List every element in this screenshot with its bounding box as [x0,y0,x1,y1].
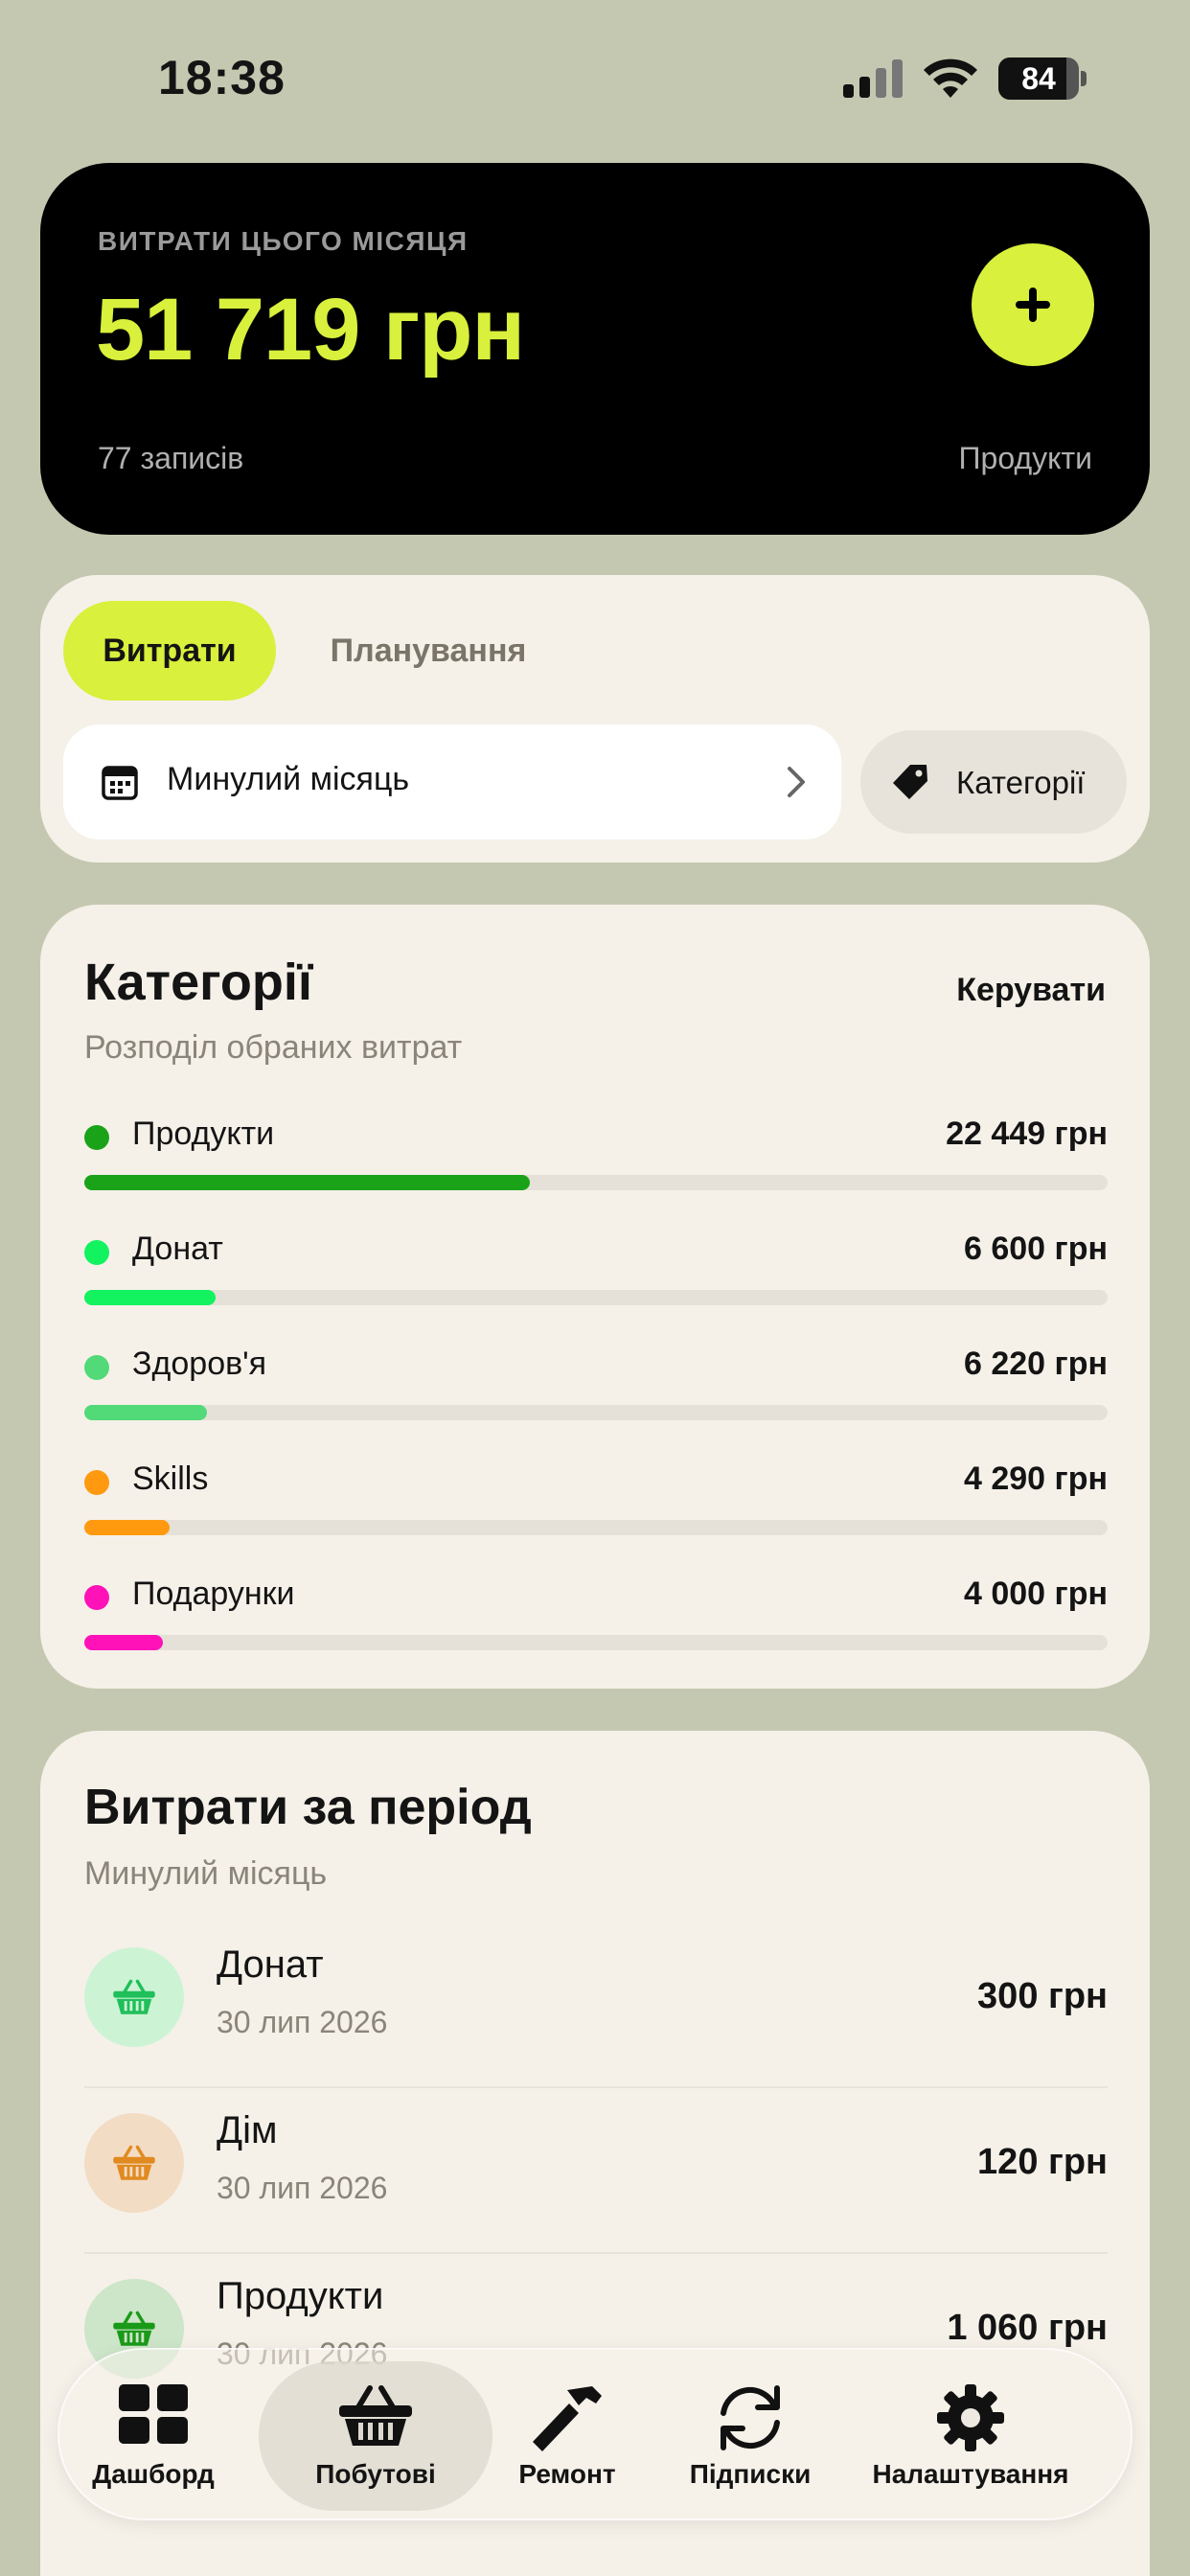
transaction-avatar [84,2113,184,2213]
plus-icon [1016,288,1050,322]
basket-icon [339,2385,412,2446]
category-name: Донат [132,1230,223,1267]
nav-item-subscriptions[interactable]: Підписки [659,2350,841,2522]
manage-categories-button[interactable]: Керувати [956,972,1106,1009]
hero-category[interactable]: Продукти [959,441,1092,476]
monthly-total: 51 719 грн [96,281,525,379]
basket-icon [113,2311,155,2346]
category-progress-fill [84,1405,208,1420]
tag-icon [893,765,927,799]
nav-label-settings: Налаштування [872,2459,1069,2489]
category-name: Skills [132,1460,209,1497]
category-row[interactable]: Skills 4 290 грн [84,1460,1108,1556]
category-name: Подарунки [132,1576,295,1612]
category-progress-track [84,1175,1108,1190]
monthly-expenses-card: ВИТРАТИ ЦЬОГО МІСЯЦЯ 51 719 грн 77 запис… [40,163,1150,535]
chevron-right-icon [788,767,805,797]
category-progress-track [84,1405,1108,1420]
nav-item-dashboard[interactable]: Дашборд [77,2350,230,2522]
battery-level: 84 [1021,61,1056,96]
category-row[interactable]: Продукти 22 449 грн [84,1116,1108,1211]
categories-filter-button[interactable]: Категорії [860,730,1127,834]
category-color-dot [84,1585,109,1610]
add-expense-button[interactable] [972,243,1094,366]
calendar-icon [102,766,138,800]
status-time: 18:38 [158,51,286,104]
gear-icon [937,2384,1004,2451]
hero-label: ВИТРАТИ ЦЬОГО МІСЯЦЯ [98,226,469,256]
transaction-name: Продукти [217,2275,384,2317]
records-count: 77 записів [98,441,244,475]
transaction-date: 30 лип 2026 [217,2171,388,2205]
refresh-icon [721,2385,780,2450]
transaction-name: Дім [217,2109,278,2151]
category-amount: 6 600 грн [964,1230,1108,1267]
category-progress-fill [84,1635,164,1650]
period-subtitle: Минулий місяць [84,1855,328,1892]
nav-item-settings[interactable]: Налаштування [851,2350,1090,2522]
category-progress-fill [84,1290,216,1305]
period-selector[interactable]: Минулий місяць [63,724,841,840]
category-name: Продукти [132,1116,275,1152]
signal-icon [843,59,903,98]
filters-card: Витрати Планування Минулий місяць Катего… [40,575,1150,862]
transaction-amount: 120 грн [977,2142,1108,2182]
transaction-avatar [84,1947,184,2047]
nav-label-household: Побутові [315,2459,436,2489]
transaction-row[interactable]: Дім 30 лип 2026 120 грн [84,2088,1108,2254]
nav-label-subscriptions: Підписки [689,2459,812,2489]
category-amount: 6 220 грн [964,1346,1108,1382]
categories-subtitle: Розподіл обраних витрат [84,1029,463,1066]
category-color-dot [84,1240,109,1265]
basket-icon [113,1979,155,2014]
category-row[interactable]: Донат 6 600 грн [84,1230,1108,1326]
status-bar: 18:38 84 [0,0,1190,144]
transaction-row[interactable]: Донат 30 лип 2026 300 грн [84,1922,1108,2088]
period-title: Витрати за період [84,1780,532,1835]
bottom-navigation: Дашборд Побутові Ремонт Підписки Налашту… [57,2348,1133,2520]
category-color-dot [84,1125,109,1150]
category-row[interactable]: Здоров'я 6 220 грн [84,1346,1108,1441]
tab-expenses[interactable]: Витрати [63,601,276,701]
category-row[interactable]: Подарунки 4 000 грн [84,1576,1108,1671]
transaction-amount: 1 060 грн [947,2308,1108,2348]
categories-title: Категорії [84,954,313,1011]
category-progress-fill [84,1520,170,1535]
transaction-name: Донат [217,1944,324,1986]
category-color-dot [84,1355,109,1380]
battery-indicator: 84 [998,58,1087,100]
period-label: Минулий місяць [167,761,410,797]
basket-icon [113,2145,155,2180]
nav-label-dashboard: Дашборд [92,2459,215,2489]
wifi-icon [924,58,977,98]
category-amount: 22 449 грн [946,1116,1108,1152]
category-progress-track [84,1520,1108,1535]
nav-item-household[interactable]: Побутові [270,2350,481,2522]
category-progress-fill [84,1175,530,1190]
tab-planning[interactable]: Планування [289,601,567,701]
categories-chip-label: Категорії [956,765,1086,800]
category-amount: 4 290 грн [964,1460,1108,1497]
transaction-amount: 300 грн [977,1976,1108,2016]
category-name: Здоров'я [132,1346,267,1382]
category-color-dot [84,1470,109,1495]
nav-label-repair: Ремонт [518,2459,616,2489]
category-progress-track [84,1635,1108,1650]
hammer-icon [533,2386,602,2451]
category-amount: 4 000 грн [964,1576,1108,1612]
categories-card: Категорії Керувати Розподіл обраних витр… [40,905,1150,1689]
grid-icon [119,2384,188,2444]
transaction-date: 30 лип 2026 [217,2005,388,2039]
category-progress-track [84,1290,1108,1305]
nav-item-repair[interactable]: Ремонт [491,2350,644,2522]
